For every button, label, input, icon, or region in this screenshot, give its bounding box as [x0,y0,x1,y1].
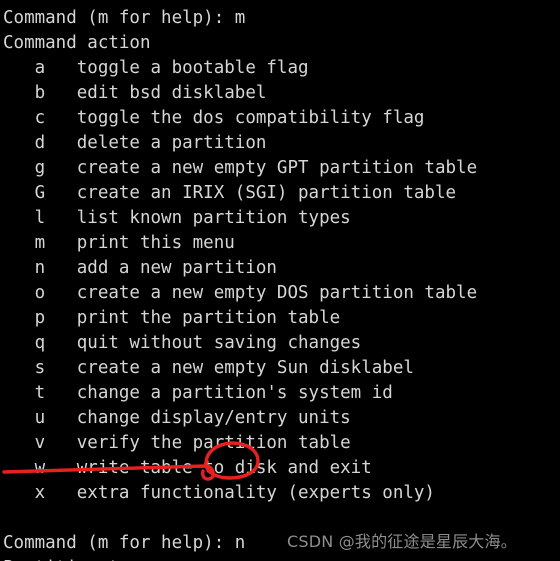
csdn-watermark: CSDN @我的征途是星辰大海。 [287,532,517,551]
terminal-line: m print this menu [3,233,235,253]
terminal-line: u change display/entry units [3,408,351,428]
terminal-line: n add a new partition [3,258,277,278]
terminal-line: v verify the partition table [3,433,351,453]
terminal-line: l list known partition types [3,208,351,228]
terminal-line: o create a new empty DOS partition table [3,283,478,303]
terminal-line: q quit without saving changes [3,333,362,353]
terminal-line: Command action [3,33,151,53]
terminal-line: a toggle a bootable flag [3,58,309,78]
terminal-line: p print the partition table [3,308,341,328]
terminal-line: c toggle the dos compatibility flag [3,108,425,128]
terminal-screen: Command (m for help): m Command action a… [0,0,560,561]
terminal-line: t change a partition's system id [3,383,393,403]
terminal-line: g create a new empty GPT partition table [3,158,478,178]
terminal-line: d delete a partition [3,133,267,153]
terminal-line: b edit bsd disklabel [3,83,267,103]
terminal-line: s create a new empty Sun disklabel [3,358,414,378]
terminal-line: Command (m for help): m [3,8,246,28]
terminal-line: w write table to disk and exit [3,458,372,478]
terminal-line: G create an IRIX (SGI) partition table [3,183,457,203]
terminal-line: x extra functionality (experts only) [3,483,435,503]
terminal-output[interactable]: Command (m for help): m Command action a… [0,0,560,561]
terminal-line: Partition type: [3,556,560,561]
